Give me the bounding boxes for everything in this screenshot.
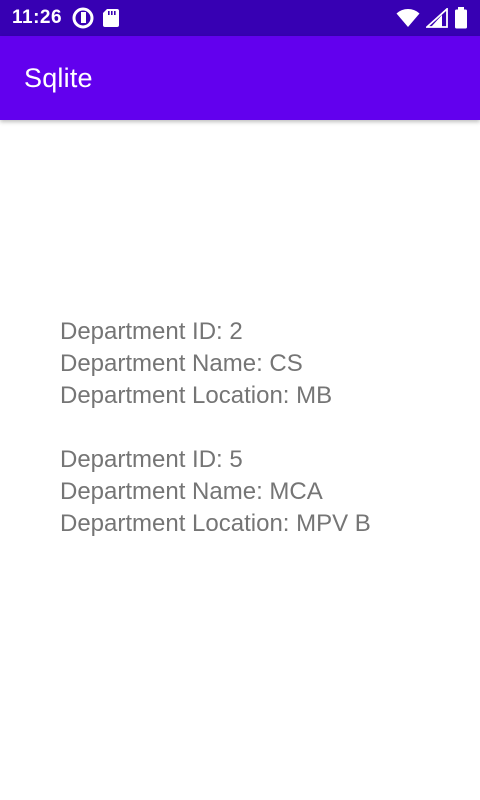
status-system-icons	[396, 7, 468, 29]
department-record: Department ID: 2 Department Name: CS Dep…	[60, 316, 460, 412]
sd-card-icon	[102, 8, 120, 28]
wifi-icon	[396, 8, 420, 28]
status-time: 11:26	[12, 7, 63, 28]
department-id-text: Department ID: 5	[60, 446, 243, 473]
department-location-text: Department Location: MB	[60, 382, 333, 409]
status-notification-icons	[72, 7, 120, 29]
status-bar: 11:26	[0, 0, 480, 36]
app-title: Sqlite	[24, 62, 93, 93]
department-location-text: Department Location: MPV B	[60, 510, 371, 537]
cell-signal-icon	[426, 8, 448, 28]
department-record: Department ID: 5 Department Name: MCA De…	[60, 444, 460, 540]
department-list: Department ID: 2 Department Name: CS Dep…	[60, 316, 460, 572]
battery-icon	[454, 7, 468, 29]
app-toolbar: Sqlite	[0, 36, 480, 120]
department-name-text: Department Name: CS	[60, 350, 303, 377]
department-id-text: Department ID: 2	[60, 318, 243, 345]
data-saver-icon	[72, 7, 94, 29]
department-name-text: Department Name: MCA	[60, 478, 323, 505]
